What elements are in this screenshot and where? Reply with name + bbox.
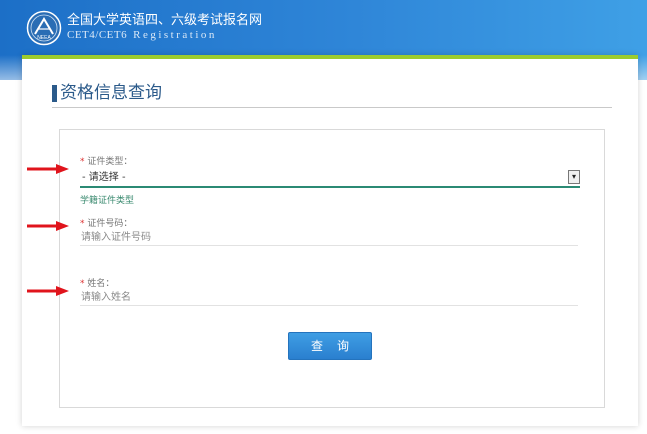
id-type-label-text: 证件类型： <box>87 157 133 167</box>
id-type-hint-link[interactable]: 学籍证件类型 <box>80 196 134 207</box>
name-input[interactable] <box>80 290 578 306</box>
id-number-label-text: 证件号码： <box>87 219 133 229</box>
id-number-input[interactable] <box>80 230 578 246</box>
id-number-label: * 证件号码： <box>80 219 132 230</box>
chevron-down-icon[interactable]: ▾ <box>568 170 580 184</box>
name-label-text: 姓名： <box>87 279 115 289</box>
main-card: 资格信息查询 * 证件类型： - 请选择 - ▾ 学籍证件类型 * 证件号码： … <box>22 55 638 426</box>
required-mark: * <box>80 279 85 289</box>
site-subtitle-registration: Registration <box>133 29 217 41</box>
id-type-select-value: - 请选择 - <box>82 172 126 183</box>
page-title-text: 资格信息查询 <box>60 83 162 103</box>
id-type-select[interactable]: - 请选择 - ▾ <box>80 170 580 188</box>
site-subtitle: CET4/CET6 Registration <box>67 29 217 41</box>
red-arrow-icon <box>27 221 69 231</box>
required-mark: * <box>80 219 85 229</box>
title-divider <box>52 107 612 108</box>
required-mark: * <box>80 157 85 167</box>
red-arrow-icon <box>27 164 69 174</box>
neea-logo-icon[interactable]: NEEA <box>26 10 62 46</box>
site-subtitle-cet: CET4/CET6 <box>67 29 128 41</box>
title-accent-bar <box>52 84 57 102</box>
query-form: * 证件类型： - 请选择 - ▾ 学籍证件类型 * 证件号码： * 姓名： 查… <box>59 129 605 408</box>
id-type-label: * 证件类型： <box>80 157 132 168</box>
page-title: 资格信息查询 <box>52 83 162 103</box>
logo-text: NEEA <box>37 35 51 41</box>
name-label: * 姓名： <box>80 279 114 290</box>
site-title: 全国大学英语四、六级考试报名网 <box>67 13 263 28</box>
red-arrow-icon <box>27 286 69 296</box>
query-button[interactable]: 查询 <box>288 332 372 360</box>
